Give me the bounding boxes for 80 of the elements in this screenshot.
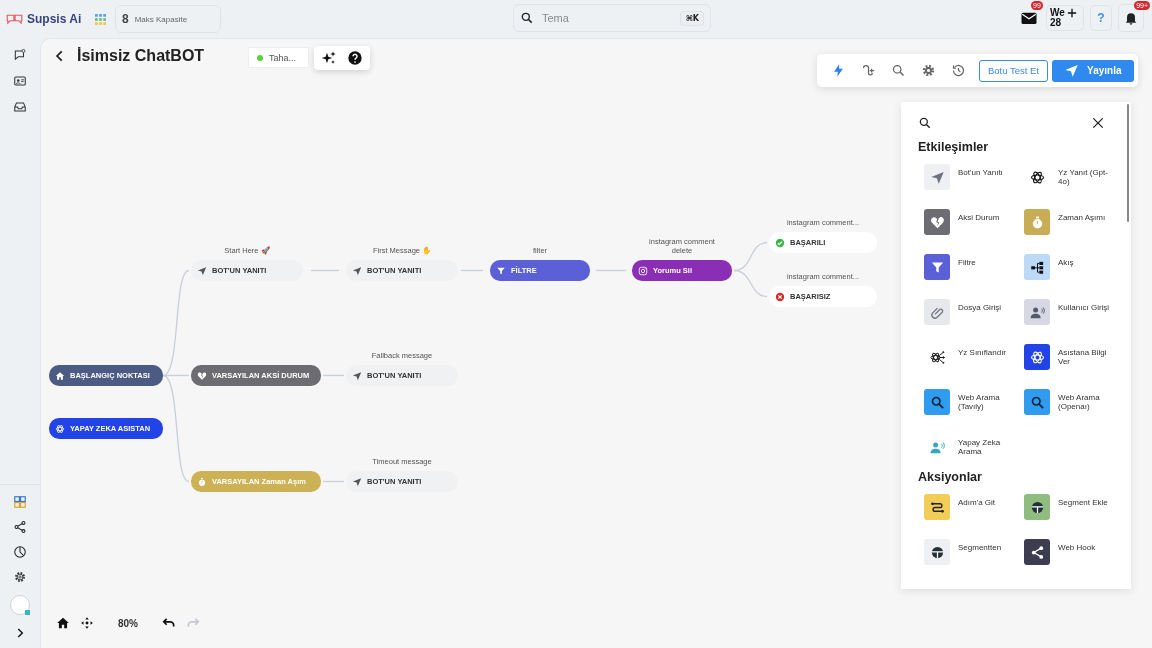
publish-button[interactable]: Yayınla xyxy=(1052,59,1134,82)
connector xyxy=(322,374,345,377)
palette-item-label[interactable]: Web Hook xyxy=(1058,539,1114,552)
cross-icon xyxy=(775,291,785,302)
send-icon xyxy=(1064,63,1080,78)
palette-item-label[interactable]: Filtre xyxy=(958,254,1014,267)
palette-item-label[interactable]: Akış xyxy=(1058,254,1114,267)
palette-item-label[interactable]: Web Arama (Openaı) xyxy=(1058,389,1114,411)
shortcut-key: ⌘K xyxy=(680,10,704,26)
settings-icon[interactable] xyxy=(13,570,27,584)
contact-card-icon[interactable] xyxy=(13,74,27,88)
pie-chart-icon[interactable] xyxy=(13,545,27,559)
close-icon[interactable] xyxy=(1091,116,1105,130)
workspace-button[interactable]: We 28 xyxy=(1046,5,1084,31)
palette-item-label[interactable]: Yz Yanıt (Gpt-4o) xyxy=(1058,164,1114,186)
send-icon xyxy=(352,265,362,276)
palette-item-label[interactable]: Asıstana Bilgi Ver xyxy=(1058,344,1114,366)
palette-item-label[interactable]: Yapay Zeka Arama xyxy=(958,434,1014,456)
send-icon xyxy=(352,370,362,381)
connector xyxy=(310,269,340,272)
owner-chip[interactable]: Taha... xyxy=(248,47,309,68)
connector xyxy=(733,269,768,298)
flow-icon[interactable] xyxy=(1024,254,1050,280)
segment-icon[interactable] xyxy=(1024,494,1050,520)
palette-item-label[interactable]: Web Arama (Tavıly) xyxy=(958,389,1014,411)
logo-text: Supsis Ai xyxy=(27,12,82,26)
steps-icon[interactable] xyxy=(924,494,950,520)
search-icon[interactable] xyxy=(924,389,950,415)
test-bot-button[interactable]: Botu Test Et xyxy=(979,59,1049,82)
send-icon[interactable] xyxy=(924,164,950,190)
dashboard-icon[interactable] xyxy=(13,495,27,509)
palette-item-label[interactable]: Kullanıcı Girişi xyxy=(1058,299,1114,312)
palette-item-label[interactable]: Bot'un Yanıtı xyxy=(958,164,1014,177)
zoom-level: 80% xyxy=(118,617,138,629)
check-icon xyxy=(775,237,785,248)
chat-icon[interactable] xyxy=(13,48,27,62)
send-icon xyxy=(352,476,362,487)
owner-name: Taha... xyxy=(269,52,297,63)
paperclip-icon[interactable] xyxy=(924,299,950,325)
knot-icon xyxy=(55,423,65,434)
share-icon[interactable] xyxy=(13,520,27,534)
search-icon xyxy=(520,11,534,25)
palette-item-label[interactable]: Zaman Aşımı xyxy=(1058,209,1114,222)
move-arrows-icon[interactable] xyxy=(80,616,94,630)
segment-icon[interactable] xyxy=(924,539,950,565)
palette-item-label[interactable]: Adım'a Git xyxy=(958,494,1014,507)
palette-item-label[interactable]: Segmentten xyxy=(958,539,1014,552)
stopwatch-icon xyxy=(197,476,207,487)
plus-icon xyxy=(1067,8,1078,18)
connector xyxy=(322,480,345,483)
connector xyxy=(460,269,484,272)
share-icon[interactable] xyxy=(1024,539,1050,565)
funnel-icon xyxy=(496,265,506,276)
inbox-icon[interactable] xyxy=(13,100,27,114)
logo-icon xyxy=(6,12,23,26)
capacity-label: Maks Kapasite xyxy=(134,14,188,24)
knot-icon[interactable] xyxy=(1024,344,1050,370)
search-icon[interactable] xyxy=(918,116,932,130)
undo-icon[interactable] xyxy=(162,616,176,630)
palette-item-label[interactable]: Segment Ekle xyxy=(1058,494,1114,507)
palette-item-label[interactable]: Yz Sınıflandır xyxy=(958,344,1014,357)
broken-heart-icon xyxy=(197,370,207,381)
funnel-icon[interactable] xyxy=(924,254,950,280)
section-title: Etkileşimler xyxy=(918,140,990,154)
page-title: İsimsiz ChatBOT xyxy=(77,47,205,65)
home-icon[interactable] xyxy=(56,616,70,630)
person-icon[interactable] xyxy=(1024,299,1050,325)
connector xyxy=(595,269,627,272)
sparkles-icon[interactable] xyxy=(321,50,337,66)
flow-canvas[interactable] xyxy=(40,38,1152,648)
send-icon xyxy=(197,265,207,276)
camera-icon xyxy=(638,265,648,276)
capacity-count: 8 xyxy=(122,12,129,26)
help-icon[interactable] xyxy=(347,50,363,66)
search-icon[interactable] xyxy=(1024,389,1050,415)
home-icon xyxy=(55,370,65,381)
section-title: Aksiyonlar xyxy=(918,470,983,484)
palette-item-label[interactable]: Dosya Girişi xyxy=(958,299,1014,312)
search-field[interactable]: Tema ⌘K xyxy=(513,4,711,32)
palette-item-label[interactable]: Aksi Durum xyxy=(958,209,1014,222)
